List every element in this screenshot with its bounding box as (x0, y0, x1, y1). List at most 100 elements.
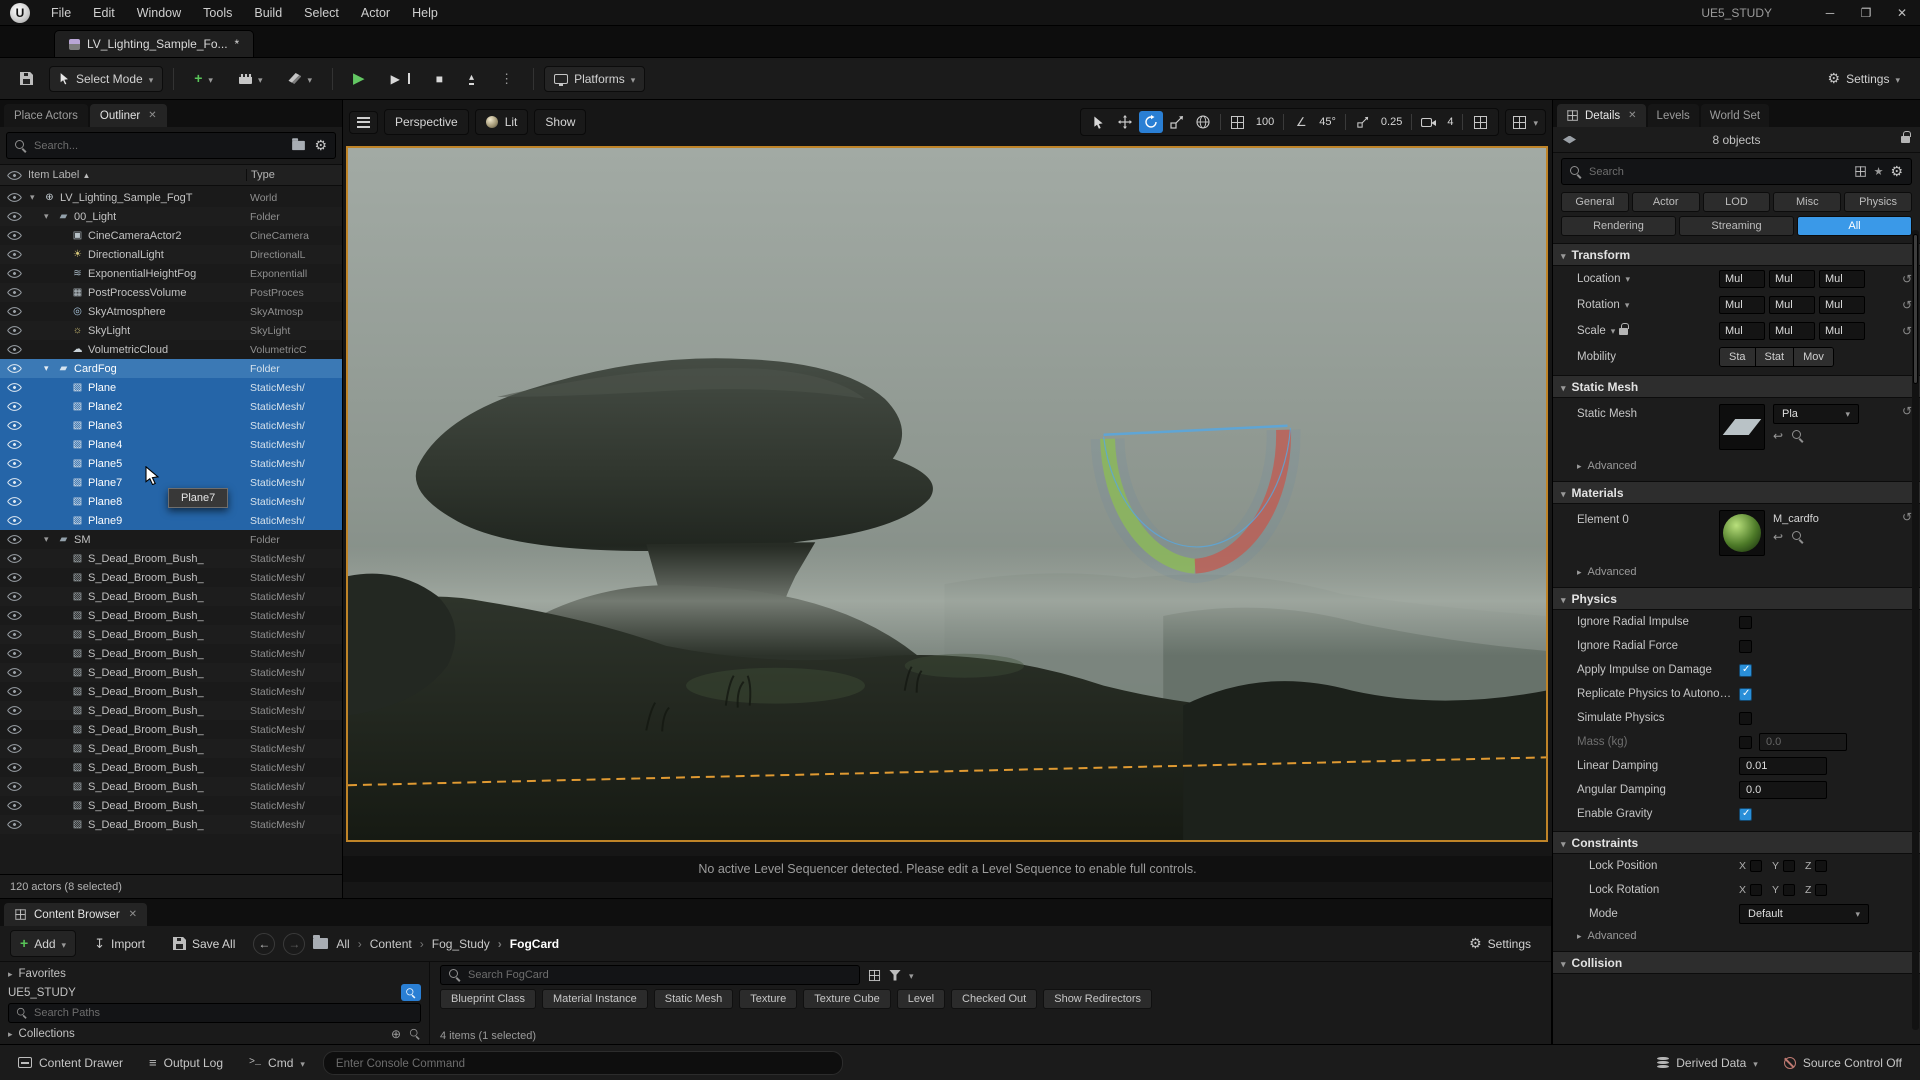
checkbox[interactable] (1783, 860, 1795, 872)
paths-search[interactable] (8, 1003, 421, 1023)
advanced-expander[interactable]: Advanced (1553, 562, 1920, 582)
outliner-row[interactable]: ▾ ⊕ LV_Lighting_Sample_FogT World (0, 188, 342, 207)
visibility-eye-icon[interactable] (0, 230, 28, 241)
visibility-eye-icon[interactable] (0, 344, 28, 355)
visibility-column-icon[interactable] (0, 170, 28, 181)
visibility-eye-icon[interactable] (0, 743, 28, 754)
visibility-eye-icon[interactable] (0, 496, 28, 507)
frame-skip-button[interactable]: ▶ (381, 66, 420, 92)
advanced-expander[interactable]: Advanced (1553, 456, 1920, 476)
outliner-row[interactable]: ▧ S_Dead_Broom_Bush_ StaticMesh/ (0, 644, 342, 663)
editor-modes-dropdown[interactable] (278, 66, 322, 92)
filter-chip[interactable]: Level (897, 989, 945, 1009)
forward-button[interactable]: → (283, 933, 305, 955)
browse-to-asset-icon[interactable] (1792, 430, 1804, 442)
favorites-item[interactable]: Favorites (8, 965, 421, 982)
checkbox[interactable] (1739, 688, 1752, 701)
filter-tab[interactable]: Actor (1632, 192, 1700, 212)
visibility-eye-icon[interactable] (0, 648, 28, 659)
breadcrumb-item[interactable]: Content (350, 937, 412, 951)
visibility-eye-icon[interactable] (0, 211, 28, 222)
axis-dropdown[interactable]: Rotation (1577, 299, 1629, 311)
visibility-eye-icon[interactable] (0, 401, 28, 412)
visibility-eye-icon[interactable] (0, 781, 28, 792)
close-icon[interactable]: ✕ (1628, 110, 1636, 121)
close-icon[interactable]: ✕ (148, 110, 156, 121)
visibility-eye-icon[interactable] (0, 477, 28, 488)
static-mesh-select[interactable]: Pla (1773, 404, 1859, 424)
camera-speed-value[interactable]: 4 (1443, 116, 1457, 128)
expander-arrow-icon[interactable]: ▾ (44, 534, 56, 545)
path-filter-toggle[interactable] (401, 984, 421, 1001)
filter-funnel-icon[interactable] (889, 970, 901, 981)
rotate-tool[interactable] (1139, 111, 1163, 133)
outliner-row[interactable]: ▧ S_Dead_Broom_Bush_ StaticMesh/ (0, 587, 342, 606)
value-x[interactable]: Mul (1719, 270, 1765, 288)
world-space-toggle[interactable] (1191, 111, 1215, 133)
outliner-row[interactable]: ▧ S_Dead_Broom_Bush_ StaticMesh/ (0, 777, 342, 796)
outliner-row[interactable]: ▧ Plane StaticMesh/ (0, 378, 342, 397)
scale-tool[interactable] (1165, 111, 1189, 133)
details-settings-icon[interactable] (1890, 163, 1903, 180)
visibility-eye-icon[interactable] (0, 287, 28, 298)
outliner-settings-icon[interactable] (314, 137, 327, 154)
add-blueprint-dropdown[interactable] (184, 65, 223, 92)
menu-item[interactable]: Window (126, 0, 192, 25)
visibility-eye-icon[interactable] (0, 268, 28, 279)
close-icon[interactable]: ✕ (129, 909, 137, 920)
menu-item[interactable]: Build (243, 0, 293, 25)
checkbox[interactable] (1739, 664, 1752, 677)
select-mode-dropdown[interactable]: Select Mode (49, 66, 163, 92)
material-thumbnail[interactable] (1719, 510, 1765, 556)
chevron-down-icon[interactable] (909, 968, 914, 982)
visibility-eye-icon[interactable] (0, 306, 28, 317)
value-z[interactable]: Mul (1819, 296, 1865, 314)
visibility-eye-icon[interactable] (0, 819, 28, 830)
menu-item[interactable]: Actor (350, 0, 401, 25)
outliner-search[interactable] (6, 132, 336, 159)
section-constraints[interactable]: Constraints (1553, 831, 1920, 854)
section-materials[interactable]: Materials (1553, 481, 1920, 504)
tab-outliner[interactable]: Outliner ✕ (90, 104, 167, 127)
checkbox[interactable] (1815, 884, 1827, 896)
filter-tab[interactable]: Streaming (1679, 216, 1794, 236)
scrollbar-thumb[interactable] (1913, 234, 1918, 384)
content-settings-button[interactable]: Settings (1459, 929, 1541, 958)
maximize-icon[interactable]: ❐ (1848, 0, 1884, 25)
axis-dropdown[interactable]: Location (1577, 273, 1630, 285)
save-all-button[interactable]: Save All (163, 931, 245, 957)
outliner-row[interactable]: ▧ Plane3 StaticMesh/ (0, 416, 342, 435)
import-button[interactable]: Import (84, 930, 155, 958)
visibility-eye-icon[interactable] (0, 439, 28, 450)
visibility-eye-icon[interactable] (0, 629, 28, 640)
scale-snap-value[interactable]: 0.25 (1377, 116, 1406, 128)
display-options-icon[interactable] (1855, 166, 1865, 176)
derived-data-button[interactable]: Derived Data (1649, 1052, 1766, 1074)
settings-dropdown[interactable]: Settings (1818, 64, 1910, 93)
visibility-eye-icon[interactable] (0, 800, 28, 811)
outliner-row[interactable]: ▧ S_Dead_Broom_Bush_ StaticMesh/ (0, 663, 342, 682)
use-selected-icon[interactable]: ↩ (1773, 429, 1783, 443)
visibility-eye-icon[interactable] (0, 591, 28, 602)
asset-search[interactable] (440, 965, 860, 985)
type-column[interactable]: Type (246, 169, 342, 181)
view-grid-button[interactable] (1468, 111, 1492, 133)
outliner-row[interactable]: ▾ ▰ CardFog Folder (0, 359, 342, 378)
favorites-star-icon[interactable]: ★ (1874, 165, 1884, 178)
menu-item[interactable]: Help (401, 0, 449, 25)
visibility-eye-icon[interactable] (0, 363, 28, 374)
expander-arrow-icon[interactable]: ▾ (30, 192, 42, 203)
mobility-static[interactable]: Sta (1720, 348, 1756, 366)
outliner-row[interactable]: ◎ SkyAtmosphere SkyAtmosp (0, 302, 342, 321)
content-drawer-button[interactable]: Content Drawer (10, 1052, 131, 1074)
static-mesh-thumbnail[interactable] (1719, 404, 1765, 450)
minimize-icon[interactable]: ─ (1812, 0, 1848, 25)
value-x[interactable]: Mul (1719, 322, 1765, 340)
console-command-field[interactable] (323, 1051, 843, 1075)
outliner-row[interactable]: ▧ S_Dead_Broom_Bush_ StaticMesh/ (0, 625, 342, 644)
visibility-eye-icon[interactable] (0, 249, 28, 260)
tab-details[interactable]: Details ✕ (1557, 104, 1646, 127)
rotation-snap-toggle[interactable]: ∠ (1289, 111, 1313, 133)
save-search-icon[interactable] (869, 969, 880, 980)
outliner-row[interactable]: ▧ Plane4 StaticMesh/ (0, 435, 342, 454)
